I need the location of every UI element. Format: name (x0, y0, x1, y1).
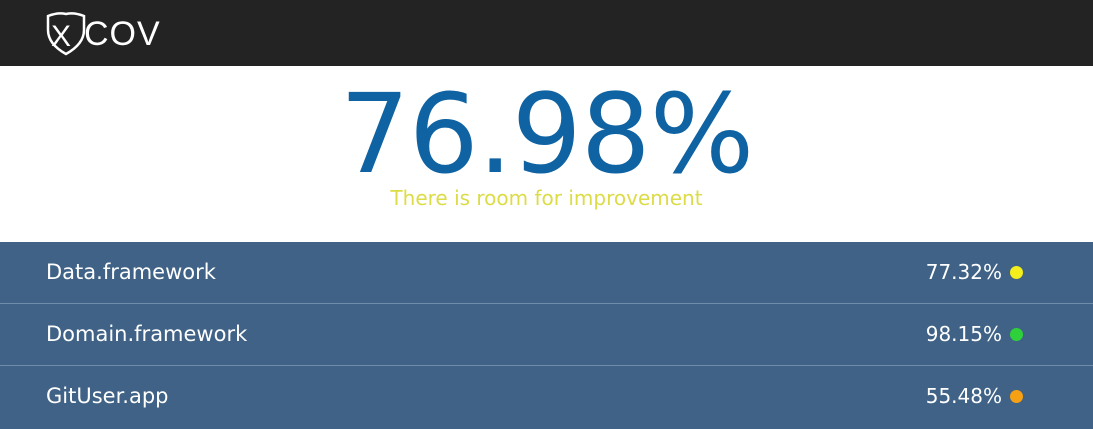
top-bar: X COV (0, 0, 1093, 66)
target-coverage: 98.15% (925, 322, 1002, 346)
total-coverage: 76.98% (339, 70, 754, 198)
target-row-data-framework[interactable]: Data.framework 77.32% (0, 242, 1093, 304)
target-name: Data.framework (46, 260, 216, 284)
logo-text: COV (84, 14, 161, 53)
target-row-domain-framework[interactable]: Domain.framework 98.15% (0, 304, 1093, 366)
target-row-gituser-app[interactable]: GitUser.app 55.48% (0, 366, 1093, 427)
green-status-dot-icon (1010, 328, 1023, 341)
coverage-message: There is room for improvement (390, 186, 703, 210)
xcov-logo[interactable]: X COV (44, 10, 161, 56)
target-coverage: 77.32% (925, 260, 1002, 284)
target-name: Domain.framework (46, 322, 248, 346)
logo-mark-text: X (51, 20, 71, 53)
orange-status-dot-icon (1010, 390, 1023, 403)
target-coverage: 55.48% (925, 384, 1002, 408)
target-list: Data.framework 77.32% Domain.framework 9… (0, 242, 1093, 429)
target-name: GitUser.app (46, 384, 169, 408)
yellow-status-dot-icon (1010, 266, 1023, 279)
coverage-summary: 76.98% There is room for improvement (0, 66, 1093, 242)
